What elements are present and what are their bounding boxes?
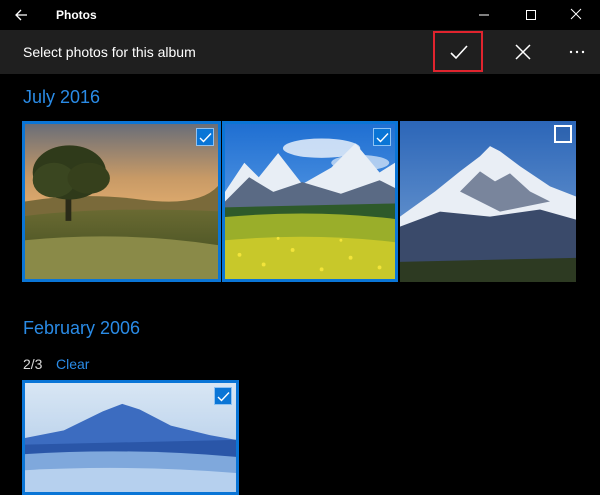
back-arrow-icon <box>15 9 27 21</box>
selection-checkbox[interactable] <box>554 125 572 143</box>
checkmark-icon <box>199 133 212 143</box>
photo-misty-mountain <box>25 383 236 492</box>
close-icon <box>515 44 531 60</box>
checkmark-icon <box>217 392 230 402</box>
close-window-button[interactable] <box>554 0 600 30</box>
selection-count: 2/3 <box>23 356 43 372</box>
photo-tile-misty-mountain[interactable] <box>22 380 239 495</box>
clear-selection-link[interactable]: Clear <box>56 356 89 372</box>
accept-button[interactable] <box>433 31 483 72</box>
selection-checkbox[interactable] <box>373 128 391 146</box>
more-options-button[interactable] <box>560 31 592 72</box>
photo-alpine-meadow <box>225 124 395 279</box>
selection-toolbar: Select photos for this album <box>0 30 600 74</box>
checkmark-icon <box>376 133 389 143</box>
back-button[interactable] <box>10 4 34 26</box>
photo-tile-tree-sunset[interactable] <box>22 121 221 282</box>
checkmark-icon <box>450 45 468 60</box>
close-icon <box>570 8 582 20</box>
toolbar-label: Select photos for this album <box>23 44 196 60</box>
title-bar: Photos <box>0 0 600 30</box>
minimize-icon <box>479 14 489 16</box>
maximize-icon <box>526 10 536 20</box>
photo-snowy-mountain <box>400 121 576 282</box>
selection-checkbox[interactable] <box>214 387 232 405</box>
app-title: Photos <box>56 8 97 22</box>
minimize-button[interactable] <box>462 0 508 30</box>
selection-checkbox[interactable] <box>196 128 214 146</box>
photo-tile-snowy-mountain[interactable] <box>400 121 576 282</box>
maximize-button[interactable] <box>509 0 555 30</box>
group-title-july-2016: July 2016 <box>23 87 101 107</box>
more-icon <box>569 50 585 54</box>
photo-tree-sunset <box>25 124 218 279</box>
cancel-button[interactable] <box>507 31 539 72</box>
group-title-february-2006: February 2006 <box>23 318 141 338</box>
photo-tile-alpine-meadow[interactable] <box>222 121 398 282</box>
